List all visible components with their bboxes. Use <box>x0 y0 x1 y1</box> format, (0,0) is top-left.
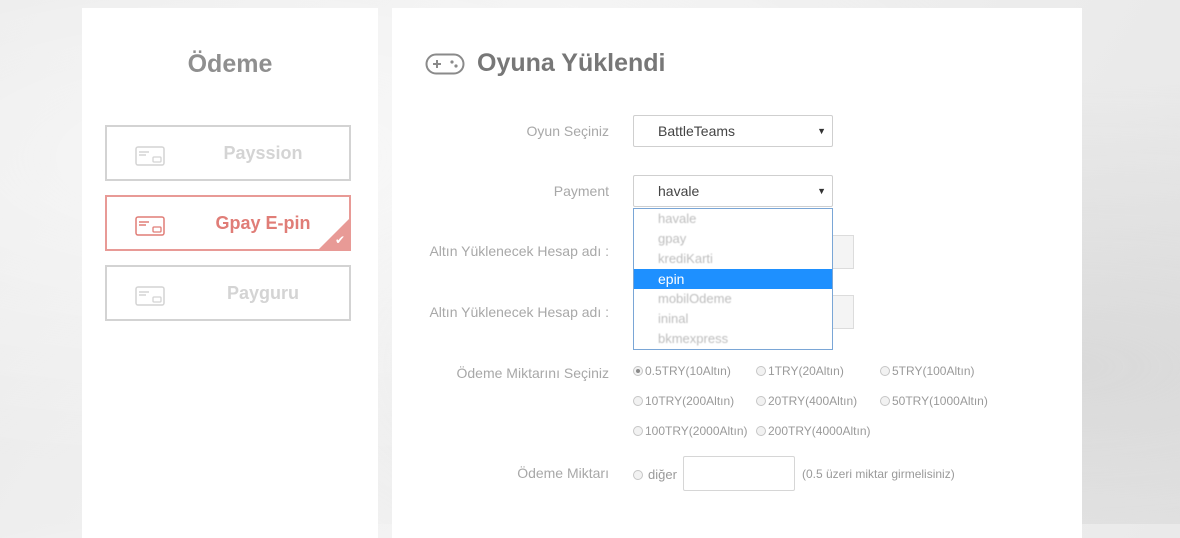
card-icon <box>135 216 165 236</box>
amount-option[interactable]: 5TRY(100Altın) <box>880 364 974 378</box>
amount-option[interactable]: 200TRY(4000Altın) <box>756 424 871 438</box>
other-option-label: diğer <box>648 467 677 482</box>
method-label: Payssion <box>223 142 303 163</box>
game-select[interactable]: BattleTeams ▼ <box>633 115 833 147</box>
dropdown-option[interactable]: krediKarti <box>634 249 832 269</box>
radio <box>633 396 643 406</box>
amount-hint: (0.5 üzeri miktar girmelisiniz) <box>802 467 955 481</box>
radio <box>880 396 890 406</box>
amount-option[interactable]: 50TRY(1000Altın) <box>880 394 988 408</box>
game-label: Oyun Seçiniz <box>526 123 609 139</box>
payment-dropdown-list[interactable]: havale gpay krediKarti epin mobilOdeme i… <box>633 208 833 350</box>
radio-checked <box>633 366 643 376</box>
amount-option-label: 5TRY(100Altın) <box>892 364 975 378</box>
account-label-1: Altın Yüklenecek Hesap adı : <box>429 243 609 259</box>
radio <box>756 366 766 376</box>
radio <box>756 396 766 406</box>
radio <box>633 426 643 436</box>
page-title: Oyuna Yüklendi <box>477 49 666 77</box>
amount-option[interactable]: 10TRY(200Altın) <box>633 394 734 408</box>
method-payssion[interactable]: Payssion <box>105 125 351 181</box>
amount-option-label: 100TRY(2000Altın) <box>645 424 748 438</box>
amount-select-label: Ödeme Miktarını Seçiniz <box>456 365 610 381</box>
dropdown-option[interactable]: gpay <box>634 229 832 249</box>
card-icon <box>135 286 165 306</box>
account-label-2: Altın Yüklenecek Hesap adı : <box>429 304 609 320</box>
radio <box>880 366 890 376</box>
amount-option-label: 200TRY(4000Altın) <box>768 424 871 438</box>
dropdown-option[interactable]: ininal <box>634 309 832 329</box>
checkmark-icon: ✔ <box>334 233 345 247</box>
amount-option[interactable]: 1TRY(20Altın) <box>756 364 844 378</box>
amount-option[interactable]: 100TRY(2000Altın) <box>633 424 748 438</box>
other-amount-option[interactable]: diğer <box>633 467 677 482</box>
payment-select-value: havale <box>658 183 700 199</box>
payment-select[interactable]: havale ▼ <box>633 175 833 207</box>
amount-option-label: 10TRY(200Altın) <box>645 394 735 408</box>
dropdown-option-selected[interactable]: epin <box>634 269 832 289</box>
custom-amount-input[interactable] <box>683 456 795 491</box>
method-label: Payguru <box>226 282 300 303</box>
dropdown-option[interactable]: havale <box>634 209 832 229</box>
radio <box>756 426 766 436</box>
dropdown-option[interactable]: mobilOdeme <box>634 289 832 309</box>
amount-option-label: 0.5TRY(10Altın) <box>645 364 731 378</box>
dropdown-option[interactable]: bkmexpress <box>634 329 832 349</box>
payment-label: Payment <box>553 183 609 199</box>
amount-option[interactable]: 20TRY(400Altın) <box>756 394 857 408</box>
card-icon <box>135 146 165 166</box>
amount-label: Ödeme Miktarı <box>517 465 609 481</box>
amount-option[interactable]: 0.5TRY(10Altın) <box>633 364 731 378</box>
chevron-down-icon: ▼ <box>817 126 826 136</box>
amount-option-label: 1TRY(20Altın) <box>768 364 844 378</box>
gamepad-icon <box>425 53 465 75</box>
radio <box>633 469 643 480</box>
amount-option-label: 50TRY(1000Altın) <box>892 394 988 408</box>
method-payguru[interactable]: Payguru <box>105 265 351 321</box>
payment-form-panel: Oyuna Yüklendi Oyun Seçiniz BattleTeams … <box>392 8 1082 538</box>
sidebar-title: Ödeme <box>187 50 273 78</box>
amount-option-label: 20TRY(400Altın) <box>768 394 858 408</box>
chevron-down-icon: ▼ <box>817 186 826 196</box>
payment-sidebar: Ödeme Payssion Gpay E-pin ✔ Payguru <box>82 8 378 538</box>
method-gpay-epin[interactable]: Gpay E-pin ✔ <box>105 195 351 251</box>
game-select-value: BattleTeams <box>658 123 736 139</box>
